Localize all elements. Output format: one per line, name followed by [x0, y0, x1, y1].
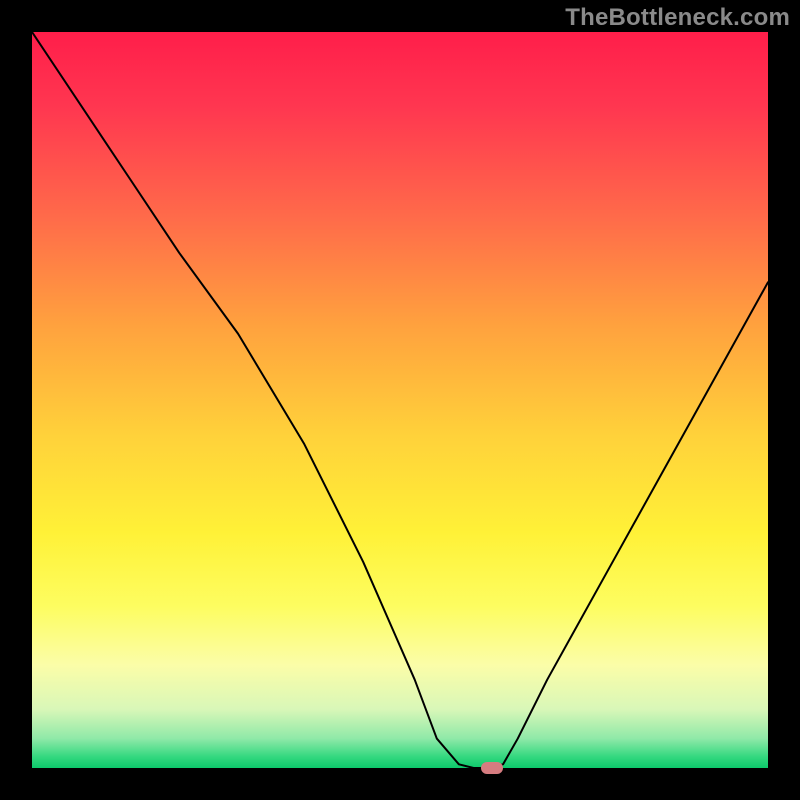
plot-area: #curvePath { stroke-width: 2px; }: [32, 32, 768, 768]
chart-frame: TheBottleneck.com #curvePath { stroke-wi…: [0, 0, 800, 800]
background-gradient: [32, 32, 768, 768]
watermark-text: TheBottleneck.com: [565, 4, 790, 32]
minimum-marker: [481, 762, 503, 774]
